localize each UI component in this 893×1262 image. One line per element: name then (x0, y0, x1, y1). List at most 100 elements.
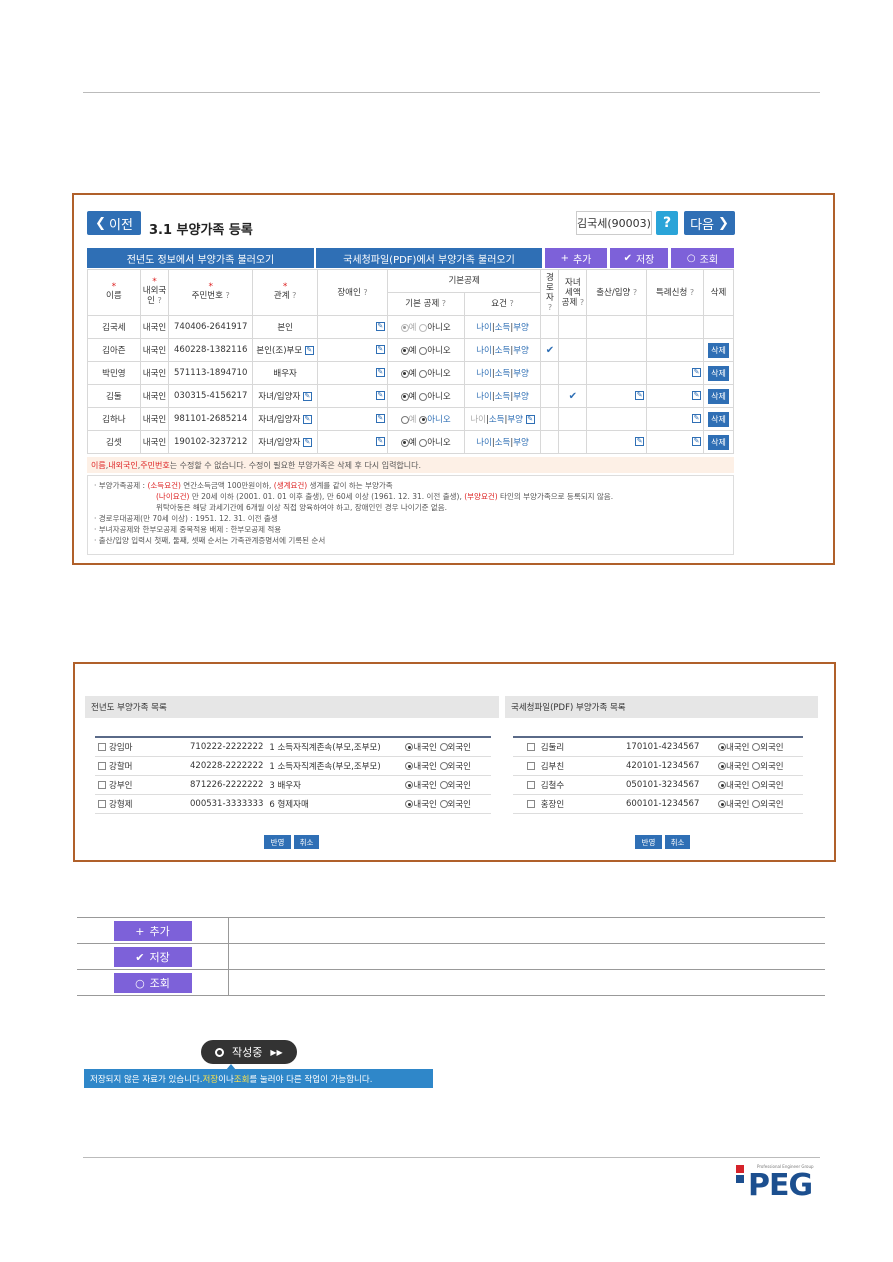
edit-icon[interactable]: ✎ (375, 345, 385, 354)
foreign-radio[interactable] (752, 800, 761, 808)
logo-mark (736, 1165, 744, 1173)
dependents-registration-panel: ❮ 이전 3.1 부양가족 등록 김국세(90003) ? 다음 ❯ 전년도 정보에… (72, 193, 835, 565)
header-special: 특례신청 ? (646, 269, 704, 316)
foreign-radio[interactable] (439, 743, 448, 752)
fast-forward-icon: ▶▶ (270, 1047, 283, 1057)
dependents-table: * 이름 * 내외국인 ? * 주민번호 ? * 관계 ? 장애인 ? 기본공제 경로자… (87, 269, 734, 454)
legend-save-button[interactable]: ✔ 저장 (113, 947, 192, 968)
delete-button[interactable]: 삭제 (708, 388, 729, 404)
apply-button-right[interactable]: 반영 (635, 835, 662, 849)
header-rel: * 관계 ? (252, 269, 319, 316)
legend-row: ○ 조회 (77, 969, 825, 996)
header-birth: 출산/입양 ? (586, 269, 648, 316)
foreign-radio[interactable] (752, 762, 761, 770)
legend-query-button[interactable]: ○ 조회 (113, 973, 192, 994)
foreign-radio[interactable] (752, 781, 761, 789)
domestic-radio[interactable] (718, 800, 726, 808)
yes-radio[interactable] (400, 392, 409, 401)
prev-button[interactable]: ❮ 이전 (87, 211, 141, 235)
edit-icon[interactable]: ✎ (375, 368, 385, 377)
foreign-radio[interactable] (439, 781, 448, 789)
top-rule (83, 92, 820, 93)
plus-icon: + (135, 924, 145, 938)
table-row: 김셋 내국인 190102-3237212 자녀/입양자 ✎ ✎ 예 아니오 나… (87, 430, 734, 454)
query-button[interactable]: ○ 조회 (671, 248, 734, 268)
list-item: 김철수 050101-3234567 내국인 외국인 (513, 775, 803, 795)
yes-radio[interactable] (400, 323, 409, 332)
delete-button[interactable]: 삭제 (708, 434, 729, 450)
domestic-radio[interactable] (718, 762, 726, 770)
no-radio[interactable] (419, 392, 428, 401)
row-checkbox[interactable] (527, 743, 535, 752)
legend-add-button[interactable]: + 추가 (113, 921, 192, 942)
edit-icon[interactable]: ✎ (375, 437, 385, 446)
cancel-button-left[interactable]: 취소 (294, 835, 319, 849)
edit-icon[interactable]: ✎ (692, 368, 701, 377)
check-icon: ✔ (545, 344, 555, 356)
header-child: 자녀세액공제 ? (558, 269, 588, 316)
edit-icon[interactable]: ✎ (375, 391, 385, 400)
header-delete: 삭제 (703, 269, 734, 316)
yes-radio[interactable] (400, 346, 409, 355)
cancel-button-right[interactable]: 취소 (665, 835, 690, 849)
load-pdf-button[interactable]: 국세청파일(PDF)에서 부양가족 불러오기 (316, 248, 542, 268)
help-button[interactable]: ? (656, 211, 678, 235)
save-button[interactable]: ✔ 저장 (610, 248, 668, 268)
foreign-radio[interactable] (439, 762, 448, 770)
no-radio[interactable] (419, 415, 428, 424)
domestic-radio[interactable] (718, 743, 726, 752)
delete-button[interactable]: 삭제 (708, 342, 729, 358)
list-item: 김부친 420101-1234567 내국인 외국인 (513, 756, 803, 776)
foreign-radio[interactable] (439, 800, 448, 808)
yes-radio[interactable] (400, 438, 409, 447)
foreign-radio[interactable] (752, 743, 761, 752)
row-checkbox[interactable] (527, 762, 535, 770)
add-button[interactable]: + 추가 (545, 248, 607, 268)
edit-icon[interactable]: ✎ (375, 322, 385, 331)
edit-icon[interactable]: ✎ (525, 415, 535, 424)
peg-logo: PEG (748, 1168, 813, 1203)
edit-icon[interactable]: ✎ (302, 438, 312, 447)
unsaved-tooltip: 저장되지 않은 자료가 있습니다. 저장 이나 조회 를 눌러야 다른 작업이 가능… (84, 1069, 433, 1088)
row-checkbox[interactable] (98, 743, 106, 752)
page-title: 3.1 부양가족 등록 (149, 223, 253, 238)
yes-radio[interactable] (400, 415, 409, 424)
no-radio[interactable] (419, 369, 428, 378)
yes-radio[interactable] (400, 369, 409, 378)
row-checkbox[interactable] (527, 800, 535, 808)
legend-row: + 추가 (77, 917, 825, 944)
dependents-import-panel: 전년도 부양가족 목록 국세청파일(PDF) 부양가족 목록 강임마 71022… (73, 662, 836, 862)
edit-icon[interactable]: ✎ (302, 415, 312, 424)
check-icon: ✔ (623, 252, 632, 264)
header-basic: 기본공제 (386, 269, 542, 293)
pdf-list-title: 국세청파일(PDF) 부양가족 목록 (505, 696, 818, 718)
next-button[interactable]: 다음 ❯ (684, 211, 735, 235)
row-checkbox[interactable] (98, 781, 106, 789)
list-item: 강할머 420228-2222222 1 소득자직계존속(부모,조부모) 내국인… (95, 756, 491, 776)
load-prev-year-button[interactable]: 전년도 정보에서 부양가족 불러오기 (87, 248, 314, 268)
pdf-list: 김둘리 170101-4234567 내국인 외국인 김부친 420101-12… (513, 736, 803, 814)
edit-icon[interactable]: ✎ (692, 391, 701, 400)
logo-mark (736, 1175, 744, 1183)
delete-button[interactable]: 삭제 (708, 365, 729, 381)
row-checkbox[interactable] (98, 800, 106, 808)
edit-notice: 이름, 내외국인, 주민번호 는 수정할 수 없습니다. 수정이 필요한 부양가족… (87, 457, 734, 473)
no-radio[interactable] (419, 346, 428, 355)
table-row: 김국세 내국인 740406-2641917 본인 ✎ 예 아니오 나이|소득|… (87, 315, 734, 339)
circle-icon: ○ (686, 252, 696, 264)
edit-icon[interactable]: ✎ (692, 437, 701, 446)
edit-icon[interactable]: ✎ (635, 391, 645, 400)
edit-icon[interactable]: ✎ (302, 392, 312, 401)
domestic-radio[interactable] (718, 781, 726, 789)
edit-icon[interactable]: ✎ (304, 346, 314, 355)
edit-icon[interactable]: ✎ (692, 414, 701, 423)
no-radio[interactable] (419, 323, 428, 332)
apply-button-left[interactable]: 반영 (264, 835, 291, 849)
edit-icon[interactable]: ✎ (635, 437, 645, 446)
edit-icon[interactable]: ✎ (375, 414, 385, 423)
delete-button[interactable]: 삭제 (708, 411, 729, 427)
row-checkbox[interactable] (527, 781, 535, 789)
no-radio[interactable] (419, 438, 428, 447)
row-checkbox[interactable] (98, 762, 106, 770)
table-row: 김둘 내국인 030315-4156217 자녀/입양자 ✎ ✎ 예 아니오 나… (87, 384, 734, 408)
